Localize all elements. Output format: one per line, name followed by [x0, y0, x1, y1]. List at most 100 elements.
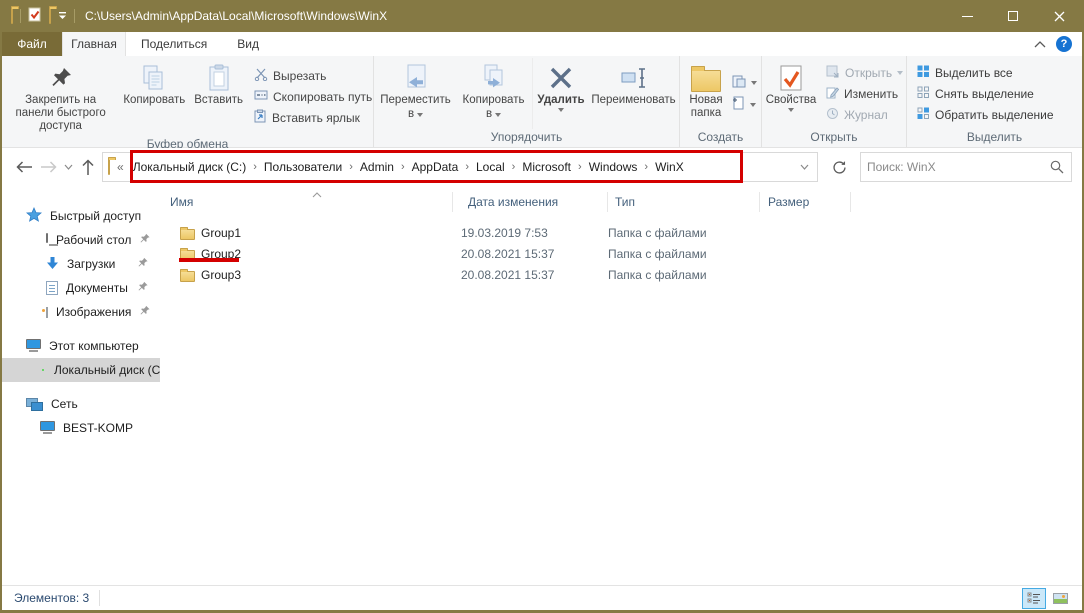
tab-view[interactable]: Вид [222, 32, 274, 56]
sidebar-item-label: Сеть [51, 397, 78, 411]
refresh-button[interactable] [824, 152, 854, 182]
sidebar-item-pictures[interactable]: Изображения [2, 300, 160, 324]
network-computer-icon [40, 421, 55, 431]
pin-icon [137, 281, 148, 295]
sidebar-item-label: Быстрый доступ [50, 209, 141, 223]
history-button[interactable]: Журнал [826, 105, 906, 125]
qat-customize-icon[interactable] [58, 9, 67, 23]
breadcrumb-item[interactable]: Microsoft [517, 160, 576, 174]
breadcrumb-item[interactable]: Local [471, 160, 510, 174]
sidebar-item-best-komp[interactable]: BEST-KOMP [2, 416, 160, 440]
edit-button[interactable]: Изменить [826, 84, 906, 104]
sidebar-item-label: Рабочий стол [56, 233, 131, 247]
new-folder-qat-icon[interactable] [49, 9, 51, 23]
select-all-button[interactable]: Выделить все [917, 63, 1054, 83]
collapse-ribbon-icon[interactable] [1034, 37, 1046, 51]
sidebar-item-quick-access[interactable]: Быстрый доступ [2, 204, 160, 228]
file-row-group2[interactable]: Group2 20.08.2021 15:37 Папка с файлами [160, 243, 1082, 264]
up-button[interactable] [76, 153, 100, 181]
column-header-type[interactable]: Тип [608, 192, 760, 212]
details-view-button[interactable] [1022, 588, 1046, 609]
breadcrumb-overflow[interactable]: « [110, 160, 128, 174]
maximize-button[interactable] [990, 0, 1036, 32]
column-header-size[interactable]: Размер [760, 192, 851, 212]
new-folder-button[interactable]: Новая папка [680, 58, 732, 129]
breadcrumb-item[interactable]: Admin [355, 160, 399, 174]
select-none-button[interactable]: Снять выделение [917, 84, 1054, 104]
scissors-icon [254, 67, 268, 84]
close-button[interactable] [1036, 0, 1082, 32]
invert-selection-label: Обратить выделение [935, 108, 1054, 122]
move-to-button[interactable]: Переместить в [376, 58, 456, 129]
breadcrumb-item[interactable]: Локальный диск (C:) [128, 160, 252, 174]
tab-home[interactable]: Главная [62, 32, 126, 56]
search-icon[interactable] [1050, 160, 1071, 174]
sort-ascending-icon [312, 187, 322, 201]
breadcrumb-item[interactable]: AppData [407, 160, 464, 174]
move-to-label: Переместить [380, 94, 450, 107]
paste-shortcut-button[interactable]: Вставить ярлык [254, 108, 373, 128]
sidebar-item-label: Локальный диск (C [54, 363, 160, 377]
file-row-group1[interactable]: Group1 19.03.2019 7:53 Папка с файлами [160, 222, 1082, 243]
copy-button[interactable]: Копировать [119, 58, 189, 136]
back-button[interactable] [12, 153, 36, 181]
properties-qat-icon[interactable] [28, 7, 42, 25]
open-button[interactable]: Открыть [826, 63, 906, 83]
breadcrumb-item[interactable]: WinX [650, 160, 689, 174]
documents-icon [46, 281, 58, 295]
sidebar-item-this-pc[interactable]: Этот компьютер [2, 334, 160, 358]
downloads-icon [46, 256, 59, 273]
sidebar-item-local-disk-c[interactable]: Локальный диск (C [2, 358, 160, 382]
titlebar-separator [74, 9, 75, 23]
pin-icon [137, 257, 148, 271]
pin-to-quick-access-button[interactable]: Закрепить на панели быстрого доступа [2, 58, 119, 136]
help-icon[interactable]: ? [1056, 36, 1072, 52]
ribbon-tab-row: Файл Главная Поделиться Вид ? [2, 32, 1082, 56]
copy-to-button[interactable]: Копировать в [456, 58, 532, 129]
column-header-date[interactable]: Дата изменения [453, 192, 608, 212]
easy-access-button[interactable] [732, 75, 757, 91]
address-folder-icon [108, 160, 110, 174]
ribbon-group-open: Свойства Открыть Из [762, 56, 907, 147]
folder-icon [180, 250, 195, 261]
breadcrumb-chevron-icon: › [510, 161, 518, 173]
delete-button[interactable]: Удалить [532, 58, 590, 129]
sidebar-item-downloads[interactable]: Загрузки [2, 252, 160, 276]
explorer-folder-icon [11, 9, 13, 23]
thumbnail-view-button[interactable] [1048, 588, 1072, 609]
recent-locations-icon[interactable] [60, 153, 76, 181]
quick-access-toolbar [2, 7, 75, 25]
address-toolbar: « Локальный диск (C:) › Пользователи › A… [2, 148, 1082, 186]
search-input[interactable] [861, 160, 1050, 174]
new-item-button[interactable] [732, 97, 757, 113]
address-bar[interactable]: « Локальный диск (C:) › Пользователи › A… [102, 152, 818, 182]
breadcrumb-item[interactable]: Пользователи [259, 160, 347, 174]
chevron-down-icon [417, 113, 423, 117]
breadcrumb: Локальный диск (C:) › Пользователи › Adm… [128, 160, 791, 174]
breadcrumb-item[interactable]: Windows [584, 160, 643, 174]
title-bar: C:\Users\Admin\AppData\Local\Microsoft\W… [2, 0, 1082, 32]
sidebar-item-label: Загрузки [67, 257, 115, 271]
window-controls [944, 0, 1082, 32]
copy-path-button[interactable]: Скопировать путь [254, 87, 373, 107]
forward-button[interactable] [36, 153, 60, 181]
items-count: Элементов: 3 [14, 591, 89, 605]
paste-button[interactable]: Вставить [189, 58, 248, 136]
sidebar-item-desktop[interactable]: Рабочий стол [2, 228, 160, 252]
address-dropdown-icon[interactable] [791, 153, 817, 181]
new-folder-icon [691, 62, 721, 94]
file-row-group3[interactable]: Group3 20.08.2021 15:37 Папка с файлами [160, 264, 1082, 285]
ribbon-group-create: Новая папка Создать [680, 56, 762, 147]
tab-file[interactable]: Файл [2, 32, 62, 56]
cut-button[interactable]: Вырезать [254, 66, 373, 86]
rename-button[interactable]: Переименовать [590, 58, 678, 129]
pin-icon [49, 62, 73, 94]
minimize-button[interactable] [944, 0, 990, 32]
column-header-name[interactable]: Имя [160, 192, 453, 212]
invert-selection-button[interactable]: Обратить выделение [917, 105, 1054, 125]
sidebar-item-documents[interactable]: Документы [2, 276, 160, 300]
file-name: Group1 [195, 226, 461, 240]
tab-share[interactable]: Поделиться [126, 32, 222, 56]
properties-button[interactable]: Свойства [762, 58, 820, 129]
sidebar-item-network[interactable]: Сеть [2, 392, 160, 416]
